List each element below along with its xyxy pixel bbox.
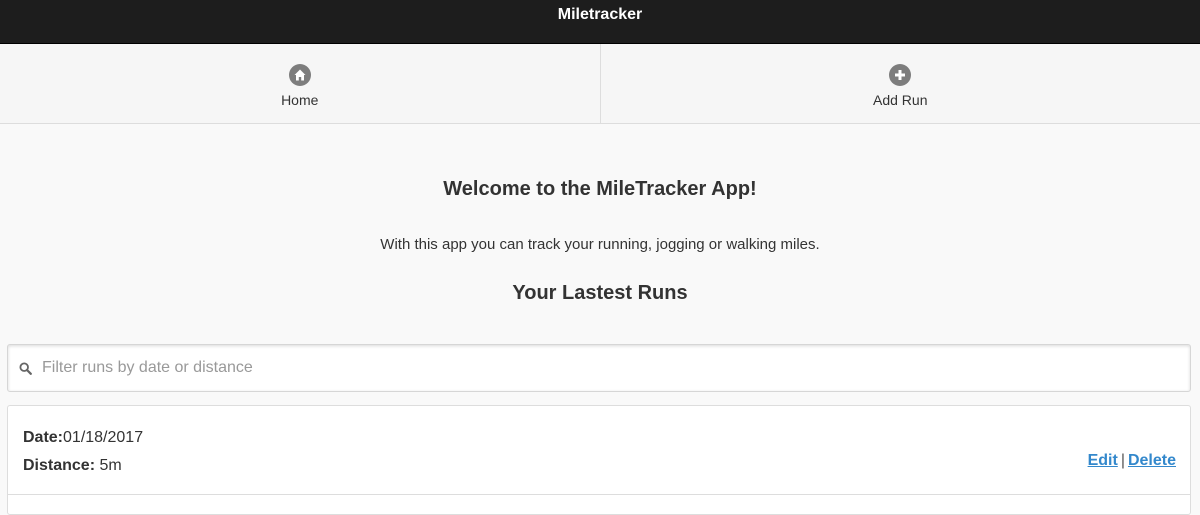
run-date: Date:01/18/2017 [23,424,1175,452]
run-list: Date:01/18/2017 Distance: 5m Edit|Delete [7,405,1191,515]
run-date-label: Date: [23,429,63,446]
action-separator: | [1121,452,1125,469]
nav-home[interactable]: Home [0,44,600,123]
run-actions: Edit|Delete [1088,452,1176,470]
nav-home-label: Home [281,92,318,108]
filter-input[interactable] [40,345,1190,391]
nav-add-run-label: Add Run [873,92,927,108]
app-header: Miletracker [0,0,1200,44]
delete-link[interactable]: Delete [1128,452,1176,469]
plus-icon [889,64,911,86]
app-title: Miletracker [558,6,643,24]
run-distance: Distance: 5m [23,452,1175,480]
welcome-heading: Welcome to the MileTracker App! [0,124,1200,200]
intro-text: With this app you can track your running… [0,200,1200,254]
latest-runs-heading: Your Lastest Runs [0,254,1200,304]
filter-bar [7,344,1191,392]
edit-link[interactable]: Edit [1088,452,1118,469]
navbar: Home Add Run [0,44,1200,124]
main-content: Welcome to the MileTracker App! With thi… [0,124,1200,304]
run-date-value: 01/18/2017 [63,429,143,446]
nav-add-run[interactable]: Add Run [600,44,1200,123]
run-distance-label: Distance: [23,457,95,474]
search-icon [18,361,32,375]
run-distance-value: 5m [99,457,121,474]
home-icon [289,64,311,86]
list-item: Date:01/18/2017 Distance: 5m Edit|Delete [8,406,1190,495]
